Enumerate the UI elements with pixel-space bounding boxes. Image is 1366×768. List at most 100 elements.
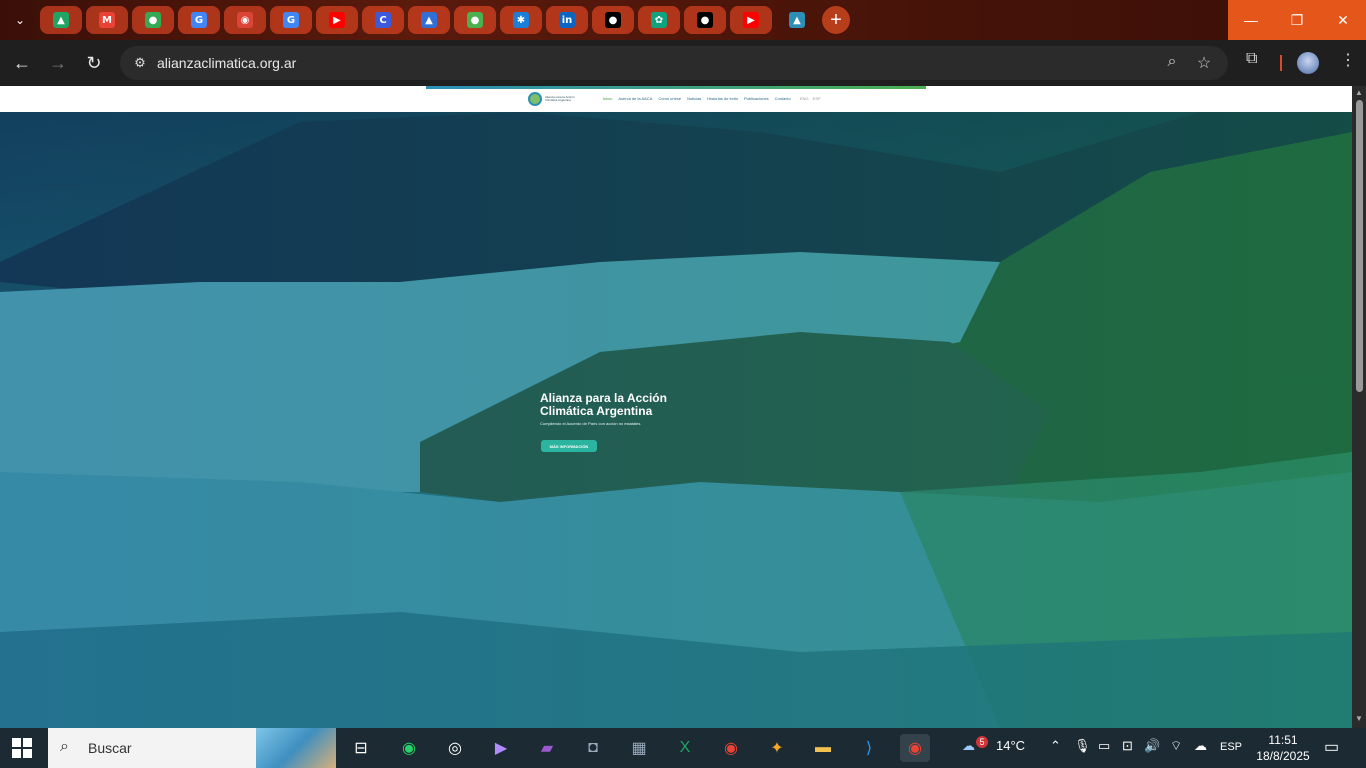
reload-icon[interactable]: ↻ [80,49,108,77]
windows-taskbar: ⌕ Buscar ⊟ ◉ ◎ ▶ ▰ ◘ ▦ X ◉ ✦ ▬ ⟩ ◉ ☁ 5 1… [0,728,1366,768]
page-scrollbar[interactable]: ▲ ▼ [1352,86,1366,728]
hero-title: Alianza para la Acción Climática Argenti… [540,391,667,418]
vscode-icon[interactable]: ⟩ [854,734,884,762]
bookmark-star-icon[interactable]: ☆ [1194,53,1214,73]
chrome-active-icon[interactable]: ◉ [900,734,930,762]
site-menu-item[interactable]: Acerca de la AACA [618,96,652,101]
pinned-tab-app-asterisk[interactable]: ✱ [500,6,542,34]
media-player-icon[interactable]: ▶ [486,734,516,762]
site-menu-item[interactable]: Contacto [775,96,791,101]
more-info-button[interactable]: MÁS INFORMACIÓN [541,440,597,452]
hero-section: Alianza para la Acción Climática Argenti… [0,112,1352,728]
pinned-tab-app-globe[interactable]: ● [454,6,496,34]
battery-icon[interactable]: ▭ [1098,738,1110,754]
search-highlight-image [256,728,336,768]
clock[interactable]: 11:51 18/8/2025 [1255,732,1311,764]
google-translate-icon: G [191,12,207,28]
site-menu-item[interactable]: Noticias [687,96,701,101]
youtube-icon: ▶ [329,12,345,28]
show-hidden-icons[interactable]: ⌃ [1050,738,1061,754]
weather-badge: 5 [976,736,988,748]
pinned-tab-google-maps[interactable]: ● [132,6,174,34]
language-option[interactable]: ESP [813,96,821,101]
site-menu-item[interactable]: Publicaciones [744,96,769,101]
pinned-tab-linkedin[interactable]: in [546,6,588,34]
site-logo[interactable]: Alianza para la Acción Climática Argenti… [528,92,575,106]
site-menu-item[interactable]: Historias de éxito [707,96,738,101]
scrollbar-thumb[interactable] [1356,100,1363,392]
pinned-tab-app-c[interactable]: C [362,6,404,34]
onedrive-icon[interactable]: ☁ [1194,738,1207,754]
gmail-icon: M [99,12,115,28]
back-icon[interactable]: ← [8,49,36,77]
pinned-tab-google[interactable]: G [270,6,312,34]
tab-strip: ⌄ ▲ M ● G ◉ G ▶ C ▲ ● ✱ in ● ✿ ● ▶ ▲ + — ❐ ✕ [0,0,1366,40]
clipchamp-icon[interactable]: ▰ [532,734,562,762]
pinned-tab-chrome[interactable]: ◉ [224,6,266,34]
app-asterisk-icon: ✱ [513,12,529,28]
scroll-up-icon[interactable]: ▲ [1355,88,1363,97]
calculator-icon[interactable]: ▦ [624,734,654,762]
google-drive-icon: ▲ [53,12,69,28]
pinned-tab-github-2[interactable]: ● [684,6,726,34]
taskbar-search[interactable]: ⌕ Buscar [48,728,336,768]
restore-icon[interactable]: ❐ [1274,0,1320,40]
new-tab-button[interactable]: + [822,6,850,34]
url-text[interactable]: alianzaclimatica.org.ar [157,55,296,71]
minimize-icon[interactable]: — [1228,0,1274,40]
weather-icon[interactable]: ☁ [962,738,975,754]
pinned-tab-app-triangle[interactable]: ▲ [408,6,450,34]
windows-start-icon[interactable] [12,738,32,758]
app-c-icon: C [375,12,391,28]
volume-icon[interactable]: 🔊 [1144,738,1160,754]
site-info-icon[interactable]: ⚙ [128,51,152,75]
pinned-tab-google-drive[interactable]: ▲ [40,6,82,34]
camera-tray-icon[interactable]: ⊡ [1122,738,1133,754]
search-placeholder: Buscar [88,740,132,756]
pinned-tab-alianza-climatica[interactable]: ▲ [776,6,818,34]
temperature[interactable]: 14°C [996,738,1025,753]
pinned-tab-github[interactable]: ● [592,6,634,34]
pinned-tab-chatgpt[interactable]: ✿ [638,6,680,34]
wifi-icon[interactable]: ⌔ [1170,738,1182,754]
clock-time: 11:51 [1268,733,1298,747]
window-controls: — ❐ ✕ [1228,0,1366,40]
google-maps-icon: ● [145,12,161,28]
menu-kebab-icon[interactable]: ⋮ [1340,50,1356,70]
forward-icon[interactable]: → [44,49,72,77]
microphone-icon[interactable]: 🎙 [1074,738,1091,754]
language-indicator[interactable]: ESP [1220,741,1242,753]
chatgpt-icon: ✿ [651,12,667,28]
zoom-icon[interactable]: ⌕ [1162,53,1182,71]
copilot-icon[interactable]: ✦ [762,734,792,762]
logo-text: Alianza para la Acción Climática Argenti… [545,94,575,102]
language-option[interactable]: ENG [800,96,809,101]
glacier-background-image [0,112,1352,728]
pinned-tab-youtube-2[interactable]: ▶ [730,6,772,34]
camera-icon[interactable]: ◘ [578,734,608,762]
site-menu-item[interactable]: Inicio [603,96,612,101]
app-triangle-icon: ▲ [421,12,437,28]
close-icon[interactable]: ✕ [1320,0,1366,40]
youtube-2-icon: ▶ [743,12,759,28]
extensions-icon[interactable]: ⧉ [1246,50,1257,68]
notifications-icon[interactable]: ▭ [1324,737,1339,757]
whatsapp-icon[interactable]: ◉ [394,734,424,762]
file-explorer-icon[interactable]: ▬ [808,734,838,762]
pinned-tab-google-translate[interactable]: G [178,6,220,34]
chrome-icon[interactable]: ◉ [716,734,746,762]
browser-toolbar: ← → ↻ ⚙ alianzaclimatica.org.ar ⌕ ☆ ⧉ ⋮ [0,40,1366,86]
pinned-tab-youtube[interactable]: ▶ [316,6,358,34]
site-menu-item[interactable]: Cómo unirse [658,96,681,101]
pinned-tab-gmail[interactable]: M [86,6,128,34]
chrome-icon: ◉ [237,12,253,28]
obs-icon[interactable]: ◎ [440,734,470,762]
task-view-icon[interactable]: ⊟ [346,734,376,762]
github-2-icon: ● [697,12,713,28]
excel-icon[interactable]: X [670,734,700,762]
profile-avatar[interactable] [1297,52,1319,74]
address-bar[interactable]: ⚙ alianzaclimatica.org.ar ⌕ ☆ [120,46,1228,80]
tab-search-dropdown-icon[interactable]: ⌄ [8,8,32,32]
site-header: Alianza para la Acción Climática Argenti… [0,86,1352,112]
scroll-down-icon[interactable]: ▼ [1355,714,1363,723]
